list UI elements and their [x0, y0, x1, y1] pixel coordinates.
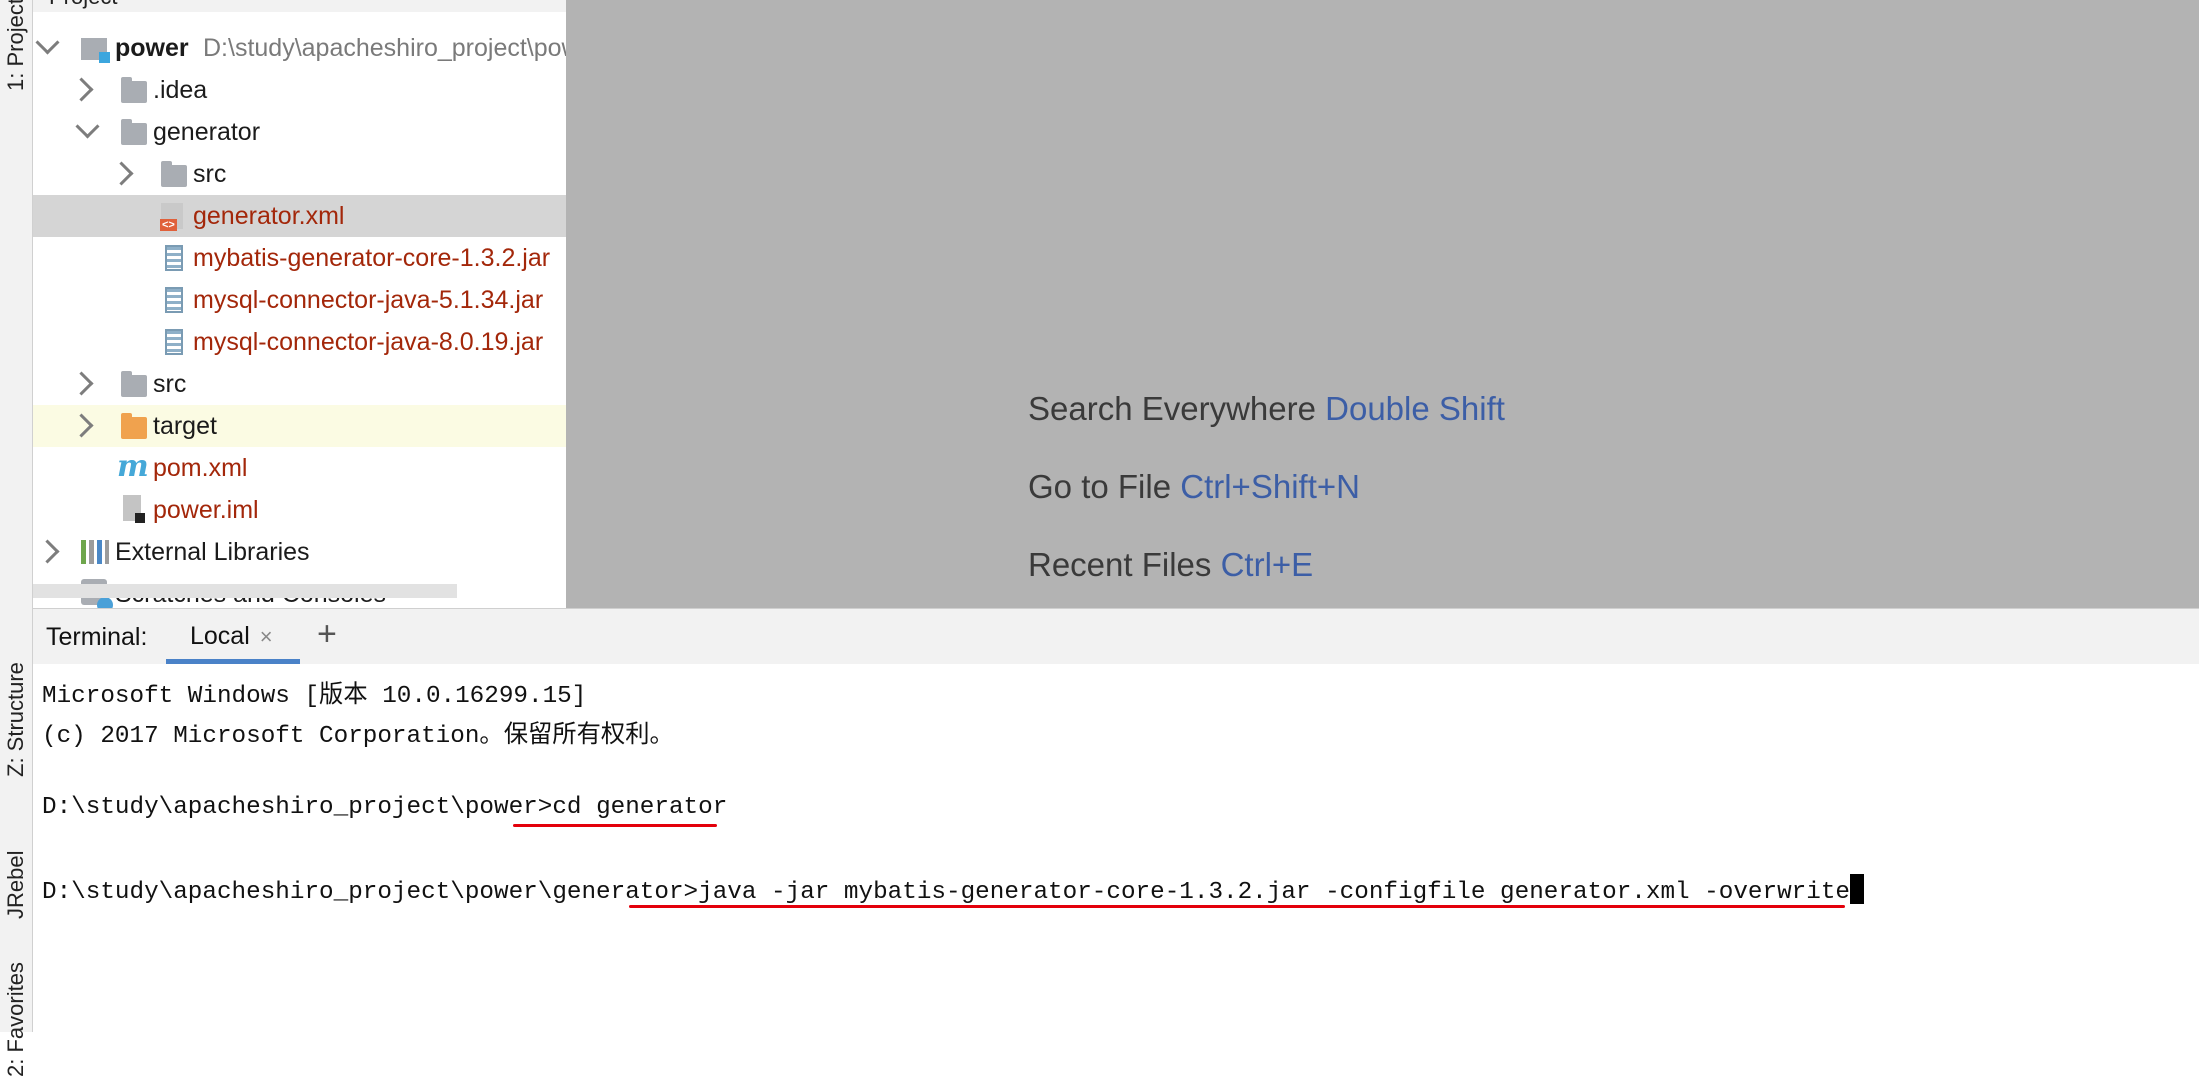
- chevron-right-icon[interactable]: [35, 539, 60, 564]
- terminal-command: cd generator: [552, 794, 728, 821]
- hint-text: Recent Files: [1028, 546, 1212, 583]
- tree-row-external-libraries[interactable]: External Libraries: [33, 531, 566, 573]
- chevron-down-icon[interactable]: [75, 114, 100, 139]
- tree-label-generator: generator: [153, 117, 261, 146]
- iml-file-icon: [123, 495, 145, 523]
- tree-label-src: src: [153, 369, 187, 398]
- terminal-line: D:\study\apacheshiro_project\power>cd ge…: [42, 794, 727, 821]
- tree-label-target: target: [153, 411, 217, 440]
- maven-icon: m: [117, 449, 149, 484]
- tree-label-generator-xml: generator.xml: [193, 201, 345, 230]
- tree-label-idea: .idea: [153, 75, 208, 104]
- project-tool-tab[interactable]: 1: Project: [0, 0, 32, 92]
- close-icon[interactable]: ×: [260, 624, 273, 650]
- folder-icon: [121, 119, 147, 145]
- hint-text: Go to File: [1028, 468, 1172, 505]
- terminal-tab-local[interactable]: Local ×: [166, 609, 300, 664]
- chevron-down-icon[interactable]: [35, 30, 60, 55]
- tree-label-power: power: [115, 33, 189, 62]
- project-panel-title: Project: [49, 0, 117, 10]
- project-tool-tab-label: 1: Project: [3, 0, 28, 92]
- hint-shortcut: Double Shift: [1325, 390, 1505, 427]
- tree-label-mybatis-jar: mybatis-generator-core-1.3.2.jar: [193, 243, 551, 272]
- project-panel: Project power D:\study\apacheshiro_proje…: [33, 0, 566, 608]
- tree-label-iml: power.iml: [153, 495, 259, 524]
- terminal-line: (c) 2017 Microsoft Corporation。保留所有权利。: [42, 723, 674, 750]
- folder-icon: [121, 77, 147, 103]
- tree-row-mysql-jar-5[interactable]: mysql-connector-java-5.1.34.jar: [33, 279, 566, 321]
- hint-recent-files: Recent Files Ctrl+E: [1028, 546, 1313, 584]
- tree-row-generator-src[interactable]: src: [33, 153, 566, 195]
- tree-row-idea[interactable]: .idea: [33, 69, 566, 111]
- tree-label-src: src: [193, 159, 227, 188]
- tree-row-mysql-jar-8[interactable]: mysql-connector-java-8.0.19.jar: [33, 321, 566, 363]
- hint-shortcut: Ctrl+Shift+N: [1180, 468, 1360, 505]
- project-folder-icon: [81, 38, 110, 63]
- hint-text: Search Everywhere: [1028, 390, 1316, 427]
- horizontal-scrollbar[interactable]: [33, 584, 457, 598]
- tree-row-mybatis-jar[interactable]: mybatis-generator-core-1.3.2.jar: [33, 237, 566, 279]
- terminal-output[interactable]: Microsoft Windows [版本 10.0.16299.15] (c)…: [33, 664, 2199, 1032]
- project-path: D:\study\apacheshiro_project\power: [203, 33, 566, 62]
- hint-search-everywhere: Search Everywhere Double Shift: [1028, 390, 1505, 428]
- project-panel-header: Project: [33, 0, 566, 12]
- structure-tool-tab[interactable]: Z: Structure: [0, 630, 32, 810]
- tree-row-iml[interactable]: power.iml: [33, 489, 566, 531]
- terminal-line: Microsoft Windows [版本 10.0.16299.15]: [42, 683, 587, 710]
- xml-file-icon: [160, 203, 183, 231]
- chevron-right-icon[interactable]: [69, 371, 94, 396]
- jar-file-icon: [165, 287, 183, 313]
- red-underline-annotation: [629, 905, 1845, 908]
- libraries-icon: [81, 540, 109, 564]
- chevron-right-icon[interactable]: [69, 413, 94, 438]
- tool-window-strip: 1: Project Z: Structure JRebel 2: Favori…: [0, 0, 33, 1077]
- terminal-prompt: D:\study\apacheshiro_project\power\gener…: [42, 879, 699, 906]
- folder-icon: [161, 161, 187, 187]
- text-cursor: [1850, 874, 1864, 904]
- terminal-line: D:\study\apacheshiro_project\power\gener…: [42, 874, 1864, 906]
- structure-tool-tab-label: Z: Structure: [3, 662, 28, 778]
- jar-file-icon: [165, 245, 183, 271]
- excluded-folder-icon: [121, 413, 147, 439]
- terminal-command: java -jar mybatis-generator-core-1.3.2.j…: [698, 879, 1850, 906]
- editor-empty-area: Search Everywhere Double Shift Go to Fil…: [566, 0, 2199, 608]
- tree-row-generator[interactable]: generator: [33, 111, 566, 153]
- tree-row-src[interactable]: src: [33, 363, 566, 405]
- favorites-tool-tab-label: 2: Favorites: [3, 962, 28, 1077]
- tree-row-power[interactable]: power D:\study\apacheshiro_project\power: [33, 27, 566, 69]
- chevron-right-icon[interactable]: [109, 161, 134, 186]
- tree-label-external-libraries: External Libraries: [115, 537, 310, 566]
- tree-row-generator-xml[interactable]: generator.xml: [33, 195, 566, 237]
- folder-icon: [121, 371, 147, 397]
- chevron-right-icon[interactable]: [69, 77, 94, 102]
- hint-go-to-file: Go to File Ctrl+Shift+N: [1028, 468, 1360, 506]
- tree-row-target[interactable]: target: [33, 405, 566, 447]
- terminal-prompt: D:\study\apacheshiro_project\power>: [42, 794, 553, 821]
- jrebel-tool-tab-label: JRebel: [3, 850, 28, 920]
- tree-label-mysql-jar-8: mysql-connector-java-8.0.19.jar: [193, 327, 544, 356]
- favorites-tool-tab[interactable]: 2: Favorites: [0, 962, 32, 1077]
- add-terminal-tab-button[interactable]: +: [317, 615, 337, 654]
- tree-row-pom[interactable]: m pom.xml: [33, 447, 566, 489]
- red-underline-annotation: [513, 824, 717, 827]
- terminal-label: Terminal:: [46, 623, 148, 651]
- jrebel-tool-tab[interactable]: JRebel: [0, 830, 32, 940]
- terminal-header: Terminal: Local × +: [33, 608, 2199, 665]
- hint-shortcut: Ctrl+E: [1220, 546, 1314, 583]
- terminal-tab-label: Local: [190, 622, 250, 650]
- tree-label-pom: pom.xml: [153, 453, 248, 482]
- jar-file-icon: [165, 329, 183, 355]
- tree-label-mysql-jar-5: mysql-connector-java-5.1.34.jar: [193, 285, 544, 314]
